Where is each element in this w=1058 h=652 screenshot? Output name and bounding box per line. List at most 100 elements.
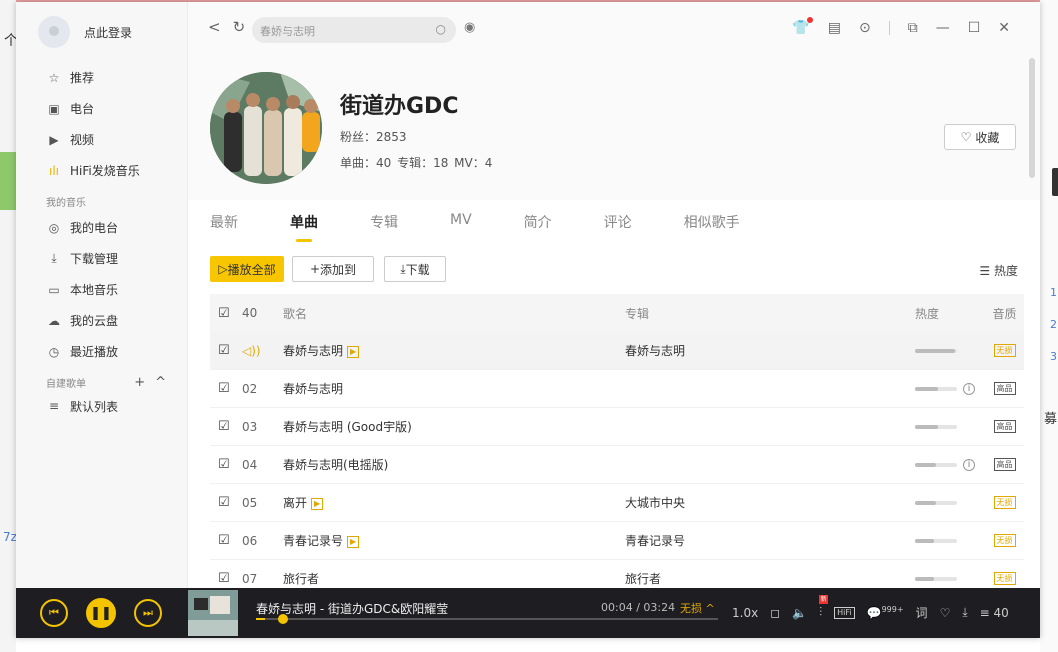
- sidebar-item-radio[interactable]: ▣ 电台: [46, 93, 176, 124]
- maximize-icon[interactable]: ☐: [968, 20, 981, 36]
- playlist-button[interactable]: ≡ 40: [980, 606, 1009, 620]
- speed-button[interactable]: 1.0x: [732, 606, 758, 620]
- sidebar-item-recent[interactable]: ◷ 最近播放: [46, 336, 176, 367]
- comment-icon[interactable]: 💬999+: [867, 605, 904, 620]
- minimize-icon[interactable]: —: [936, 20, 950, 36]
- song-name[interactable]: 春娇与志明: [283, 382, 343, 396]
- heat-indicator: i: [915, 458, 985, 471]
- info-icon[interactable]: i: [963, 458, 975, 471]
- scrollbar[interactable]: [1028, 58, 1036, 588]
- user-avatar[interactable]: [38, 16, 70, 48]
- login-label[interactable]: 点此登录: [84, 24, 132, 41]
- favorite-button[interactable]: ♡ 收藏: [944, 124, 1016, 150]
- skin-icon[interactable]: 👕: [792, 17, 813, 36]
- row-checkbox[interactable]: ☑: [210, 495, 232, 510]
- sidebar-item-downloads[interactable]: ⤓ 下载管理: [46, 243, 176, 274]
- listen-recognize-icon[interactable]: ◉: [464, 20, 475, 35]
- plus-icon[interactable]: +: [134, 375, 155, 390]
- sidebar-item-default-list[interactable]: ≡ 默认列表: [46, 393, 176, 419]
- sidebar-item-video[interactable]: ▶ 视频: [46, 124, 176, 155]
- tab-singles[interactable]: 单曲: [290, 200, 318, 246]
- select-all-checkbox[interactable]: ☑: [210, 306, 232, 321]
- play-all-button[interactable]: ▷ 播放全部: [210, 256, 284, 282]
- message-icon[interactable]: ▤: [828, 20, 841, 36]
- previous-button[interactable]: ⏮: [40, 599, 68, 627]
- pause-button[interactable]: ❚❚: [86, 598, 116, 628]
- tab-albums[interactable]: 专辑: [370, 200, 398, 246]
- song-name-cell[interactable]: 旅行者: [283, 570, 625, 587]
- row-checkbox[interactable]: ☑: [210, 381, 232, 396]
- tab-comments[interactable]: 评论: [604, 200, 632, 246]
- download-icon[interactable]: ⤓: [962, 605, 967, 620]
- sidebar-item-hifi[interactable]: ılı HiFi发烧音乐: [46, 155, 176, 186]
- song-name[interactable]: 青春记录号: [283, 534, 343, 548]
- row-checkbox[interactable]: ☑: [210, 571, 232, 586]
- mini-mode-icon[interactable]: ⧉: [908, 20, 918, 36]
- song-name[interactable]: 春娇与志明 (Good宇版): [283, 420, 412, 434]
- tab-latest[interactable]: 最新: [210, 200, 238, 246]
- download-button[interactable]: ⤓ 下载: [384, 256, 446, 282]
- table-row[interactable]: ☑ 05 离开 ▶ 大城市中央 无损: [210, 484, 1024, 522]
- song-name[interactable]: 离开: [283, 496, 307, 510]
- song-name-cell[interactable]: 春娇与志明(电摇版): [283, 456, 625, 473]
- heart-icon[interactable]: ♡: [940, 606, 951, 620]
- settings-icon[interactable]: ⊙: [859, 20, 871, 36]
- login-area[interactable]: 点此登录: [38, 16, 132, 48]
- sidebar-item-recommend[interactable]: ☆ 推荐: [46, 62, 176, 93]
- row-checkbox[interactable]: ☑: [210, 457, 232, 472]
- album-cover[interactable]: [188, 590, 238, 636]
- album-name[interactable]: 青春记录号: [625, 532, 915, 549]
- chevron-up-icon[interactable]: ^: [155, 375, 176, 390]
- search-icon[interactable]: ○: [436, 22, 446, 36]
- song-name-cell[interactable]: 离开 ▶: [283, 494, 625, 511]
- song-name[interactable]: 春娇与志明: [283, 344, 343, 358]
- sidebar-item-label: 本地音乐: [70, 283, 119, 297]
- playlist-section-title: 自建歌单 +^: [46, 375, 176, 390]
- tab-similar-artists[interactable]: 相似歌手: [684, 200, 740, 246]
- add-to-button[interactable]: + 添加到: [292, 256, 374, 282]
- nav-buttons: < ↻: [208, 18, 245, 36]
- sort-by-heat[interactable]: ☰ 热度: [979, 262, 1018, 279]
- table-row[interactable]: ☑ ◁)) 春娇与志明 ▶ 春娇与志明 无损: [210, 332, 1024, 370]
- volume-icon[interactable]: 🔈: [792, 606, 807, 620]
- album-name[interactable]: 春娇与志明: [625, 342, 915, 359]
- row-checkbox[interactable]: ☑: [210, 343, 232, 358]
- back-icon[interactable]: <: [208, 18, 221, 36]
- sidebar-item-cloud[interactable]: ☁ 我的云盘: [46, 305, 176, 336]
- song-name-cell[interactable]: 青春记录号 ▶: [283, 532, 625, 549]
- table-row[interactable]: ☑ 03 春娇与志明 (Good宇版) 高品: [210, 408, 1024, 446]
- album-name[interactable]: 旅行者: [625, 570, 915, 587]
- mv-icon[interactable]: ▶: [311, 497, 324, 510]
- progress-bar[interactable]: [256, 614, 718, 624]
- song-name-cell[interactable]: 春娇与志明 (Good宇版): [283, 418, 625, 435]
- lyrics-window-icon[interactable]: ◻: [770, 606, 780, 620]
- table-row[interactable]: ☑ 06 青春记录号 ▶ 青春记录号 无损: [210, 522, 1024, 560]
- song-name-cell[interactable]: 春娇与志明: [283, 380, 625, 397]
- info-icon[interactable]: i: [963, 382, 975, 395]
- heat-indicator: [915, 348, 985, 353]
- song-name[interactable]: 春娇与志明(电摇版): [283, 458, 388, 472]
- mv-icon[interactable]: ▶: [347, 345, 360, 358]
- search-input[interactable]: 春娇与志明 ○: [252, 17, 456, 43]
- scrollbar-thumb[interactable]: [1029, 58, 1035, 178]
- tab-mv[interactable]: MV: [450, 200, 472, 246]
- tab-intro[interactable]: 简介: [524, 200, 552, 246]
- song-name-cell[interactable]: 春娇与志明 ▶: [283, 342, 625, 359]
- row-checkbox[interactable]: ☑: [210, 419, 232, 434]
- lyrics-icon[interactable]: 词: [916, 604, 928, 621]
- row-checkbox[interactable]: ☑: [210, 533, 232, 548]
- table-row[interactable]: ☑ 04 春娇与志明(电摇版) i 高品: [210, 446, 1024, 484]
- progress-knob[interactable]: [278, 614, 289, 624]
- mv-icon[interactable]: ▶: [347, 535, 360, 548]
- album-name[interactable]: 大城市中央: [625, 494, 915, 511]
- song-name[interactable]: 旅行者: [283, 572, 319, 586]
- refresh-icon[interactable]: ↻: [233, 18, 246, 36]
- next-button[interactable]: ⏭: [134, 599, 162, 627]
- close-icon[interactable]: ✕: [998, 20, 1010, 36]
- sidebar-item-local-music[interactable]: ▭ 本地音乐: [46, 274, 176, 305]
- equalizer-icon[interactable]: ⫶ 新: [819, 595, 829, 620]
- table-row[interactable]: ☑ 02 春娇与志明 i 高品: [210, 370, 1024, 408]
- quality-selector[interactable]: 无损 ^: [680, 600, 715, 616]
- hifi-badge[interactable]: HiFi: [834, 606, 855, 619]
- sidebar-item-my-radio[interactable]: ◎ 我的电台: [46, 212, 176, 243]
